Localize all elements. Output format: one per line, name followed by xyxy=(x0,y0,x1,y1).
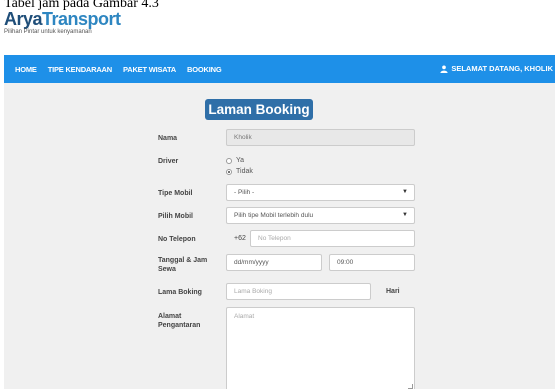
main-content: Laman Booking Nama Kholik Driver Ya Tida… xyxy=(4,83,555,389)
telepon-input[interactable]: No Telepon xyxy=(250,230,415,247)
tipe-mobil-label: Tipe Mobil xyxy=(158,190,193,197)
user-greeting[interactable]: SELAMAT DATANG, KHOLIK xyxy=(440,64,553,73)
nama-label: Nama xyxy=(158,135,178,142)
driver-label: Driver xyxy=(158,158,179,165)
page-title: Laman Booking xyxy=(205,99,313,120)
nav-tipe-kendaraan[interactable]: TIPE KENDARAAN xyxy=(48,65,112,74)
driver-tidak-label: Tidak xyxy=(236,168,253,175)
telepon-label: No Telepon xyxy=(158,236,196,243)
tanggal-input[interactable]: dd/mm/yyyy xyxy=(226,254,322,271)
driver-option-tidak[interactable]: Tidak xyxy=(226,168,253,175)
telepon-prefix: +62 xyxy=(234,235,246,242)
nav-paket-wisata[interactable]: PAKET WISATA xyxy=(123,65,176,74)
user-icon xyxy=(440,65,448,73)
brand-tagline: Pilihan Pintar untuk kenyamanan xyxy=(4,29,92,35)
radio-ya[interactable] xyxy=(226,157,232,164)
resize-handle-icon[interactable] xyxy=(408,384,413,389)
brand-logo[interactable]: AryaTransport Pilihan Pintar untuk kenya… xyxy=(4,10,121,35)
alamat-placeholder: Alamat xyxy=(234,313,255,320)
tanggal-jam-label: Tanggal & Jam Sewa xyxy=(158,257,208,273)
alamat-textarea[interactable]: Alamat xyxy=(226,307,415,389)
lama-boking-input[interactable]: Lama Boking xyxy=(226,283,371,300)
lama-boking-label: Lama Boking xyxy=(158,289,202,296)
tipe-mobil-value: - Pilih - xyxy=(234,189,255,196)
hari-label: Hari xyxy=(386,288,400,295)
driver-ya-label: Ya xyxy=(236,157,245,164)
nav-home[interactable]: HOME xyxy=(15,65,37,74)
pilih-mobil-value: Pilih tipe Mobil terlebih dulu xyxy=(234,212,314,219)
greeting-text: SELAMAT DATANG, KHOLIK xyxy=(451,64,553,73)
nama-field[interactable]: Kholik xyxy=(226,129,415,146)
jam-input[interactable]: 09:00 xyxy=(329,254,415,271)
alamat-label: Alamat Pengantaran xyxy=(158,313,201,329)
top-navbar: HOME TIPE KENDARAAN PAKET WISATA BOOKING… xyxy=(4,55,555,83)
chevron-down-icon: ▼ xyxy=(402,189,408,195)
pilih-mobil-select[interactable]: Pilih tipe Mobil terlebih dulu ▼ xyxy=(226,207,415,224)
pilih-mobil-label: Pilih Mobil xyxy=(158,213,193,220)
tipe-mobil-select[interactable]: - Pilih - ▼ xyxy=(226,184,415,201)
chevron-down-icon: ▼ xyxy=(402,212,408,218)
driver-option-ya[interactable]: Ya xyxy=(226,157,244,164)
nav-booking[interactable]: BOOKING xyxy=(187,65,222,74)
brand-title: AryaTransport xyxy=(4,9,121,29)
radio-tidak[interactable] xyxy=(226,168,232,175)
